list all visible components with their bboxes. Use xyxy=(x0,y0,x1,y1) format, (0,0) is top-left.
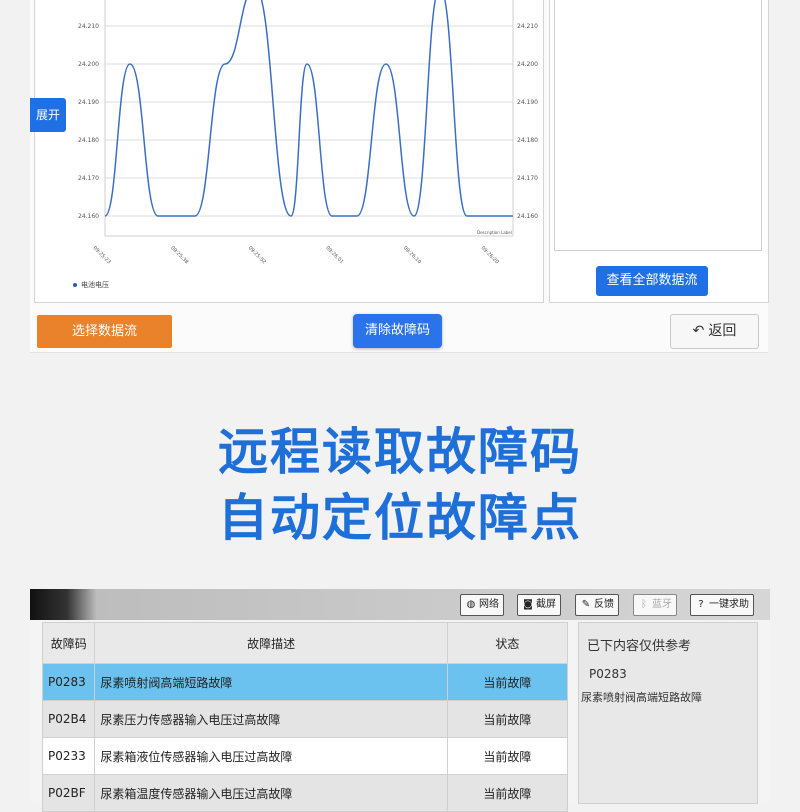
fault-code-table: 故障码 故障描述 状态 P0283 尿素喷射阀高端短路故障 当前故障 P02B4… xyxy=(41,622,569,812)
legend-label: 电池电压 xyxy=(81,281,109,289)
action-bar: 选择数据流 清除故障码 ↶ 返回 xyxy=(30,304,768,352)
camera-icon: ◙ xyxy=(523,599,533,610)
feedback-label: 反馈 xyxy=(594,599,614,610)
table-row[interactable]: P0283 尿素喷射阀高端短路故障 当前故障 xyxy=(41,663,569,701)
edit-icon: ✎ xyxy=(581,599,591,610)
y-tick-label-right: 24.200 xyxy=(517,61,538,68)
header-code: 故障码 xyxy=(41,622,96,664)
network-button[interactable]: ◍ 网络 xyxy=(460,594,504,616)
x-tick-label: 09:26:20 xyxy=(480,245,500,265)
fault-code-cell: P02B4 xyxy=(41,700,96,738)
data-list-panel: 查看全部数据流 xyxy=(549,0,769,303)
y-tick-label-right: 24.210 xyxy=(517,23,538,30)
fault-status-cell: 当前故障 xyxy=(446,774,569,812)
bluetooth-button[interactable]: ᛒ 蓝牙 xyxy=(633,594,677,616)
fault-status-cell: 当前故障 xyxy=(446,700,569,738)
header-status: 状态 xyxy=(446,622,569,664)
fault-status-cell: 当前故障 xyxy=(446,663,569,701)
bluetooth-icon: ᛒ xyxy=(641,599,647,610)
x-tick-label: 09:25:38 xyxy=(169,245,189,265)
y-tick-label-left: 24.200 xyxy=(78,61,99,68)
x-tick-label: 09:25:52 xyxy=(247,245,267,265)
reference-description: 尿素喷射阀高端短路故障 xyxy=(581,691,702,704)
x-tick-label: 09:26:01 xyxy=(324,245,344,265)
reference-code: P0283 xyxy=(589,667,627,681)
fault-description-cell: 尿素箱液位传感器输入电压过高故障 xyxy=(94,737,448,775)
clear-fault-codes-button[interactable]: 清除故障码 xyxy=(353,314,442,348)
undo-arrow-icon: ↶ xyxy=(692,323,705,339)
fault-code-screen: ◍ 网络 ◙ 截屏 ✎ 反馈 ᛒ 蓝牙 ? 一键求助 故障码 故障描述 状态 P0283 … xyxy=(30,589,770,812)
legend-dot-icon xyxy=(73,283,77,287)
headline-line-2: 自动定位故障点 xyxy=(218,489,582,547)
screenshot-button[interactable]: ◙ 截屏 xyxy=(517,594,561,616)
y-tick-label-left: 24.160 xyxy=(78,213,99,220)
y-tick-label-left: 24.170 xyxy=(78,175,99,182)
globe-icon: ◍ xyxy=(466,599,476,610)
select-data-stream-button[interactable]: 选择数据流 xyxy=(37,315,172,348)
fault-status-cell: 当前故障 xyxy=(446,737,569,775)
data-list-area xyxy=(554,0,762,251)
voltage-line-chart: 24.210 24.210 24.200 24.200 24.190 24.190 24.1… xyxy=(78,0,538,265)
help-label: 一键求助 xyxy=(709,599,749,610)
x-tick-label: 09:26:10 xyxy=(402,245,422,265)
back-button[interactable]: ↶ 返回 xyxy=(670,314,759,349)
y-tick-label-right: 24.180 xyxy=(517,137,538,144)
feedback-button[interactable]: ✎ 反馈 xyxy=(575,594,619,616)
back-label: 返回 xyxy=(708,323,737,339)
screenshot-label: 截屏 xyxy=(536,599,556,610)
description-label: Description Label xyxy=(477,230,512,235)
table-row[interactable]: P0233 尿素箱液位传感器输入电压过高故障 当前故障 xyxy=(41,737,569,775)
fault-description-cell: 尿素压力传感器输入电压过高故障 xyxy=(94,700,448,738)
chart-legend: 电池电压 xyxy=(73,280,109,290)
fault-code-cell: P02BF xyxy=(41,774,96,812)
table-header-row: 故障码 故障描述 状态 xyxy=(41,622,569,664)
y-tick-label-left: 24.180 xyxy=(78,137,99,144)
headline-line-1: 远程读取故障码 xyxy=(218,423,582,481)
fault-code-cell: P0283 xyxy=(41,663,96,701)
y-tick-label-right: 24.160 xyxy=(517,213,538,220)
help-icon: ? xyxy=(698,599,704,610)
data-stream-screen: 24.210 24.210 24.200 24.200 24.190 24.190 24.1… xyxy=(30,0,769,353)
expand-button[interactable]: 展开 xyxy=(30,98,66,132)
table-row[interactable]: P02BF 尿素箱温度传感器输入电压过高故障 当前故障 xyxy=(41,774,569,812)
series-line-battery-voltage xyxy=(104,0,513,217)
fault-code-cell: P0233 xyxy=(41,737,96,775)
y-tick-label-right: 24.190 xyxy=(517,99,538,106)
fault-description-cell: 尿素喷射阀高端短路故障 xyxy=(94,663,448,701)
y-tick-label-right: 24.170 xyxy=(517,175,538,182)
y-tick-label-left: 24.210 xyxy=(78,23,99,30)
chart-area: 24.210 24.210 24.200 24.200 24.190 24.190 24.1… xyxy=(34,0,544,303)
network-label: 网络 xyxy=(479,599,499,610)
reference-title: 已下内容仅供参考 xyxy=(587,639,692,654)
header-description: 故障描述 xyxy=(94,622,448,664)
table-row[interactable]: P02B4 尿素压力传感器输入电压过高故障 当前故障 xyxy=(41,700,569,738)
y-tick-label-left: 24.190 xyxy=(78,99,99,106)
view-all-data-button[interactable]: 查看全部数据流 xyxy=(596,266,708,296)
reference-panel: 已下内容仅供参考 P0283 尿素喷射阀高端短路故障 xyxy=(578,622,758,804)
fault-description-cell: 尿素箱温度传感器输入电压过高故障 xyxy=(94,774,448,812)
top-toolbar: ◍ 网络 ◙ 截屏 ✎ 反馈 ᛒ 蓝牙 ? 一键求助 xyxy=(30,589,770,620)
x-tick-label: 09:25:23 xyxy=(92,245,112,265)
bluetooth-label: 蓝牙 xyxy=(652,599,672,610)
help-button[interactable]: ? 一键求助 xyxy=(690,594,754,616)
